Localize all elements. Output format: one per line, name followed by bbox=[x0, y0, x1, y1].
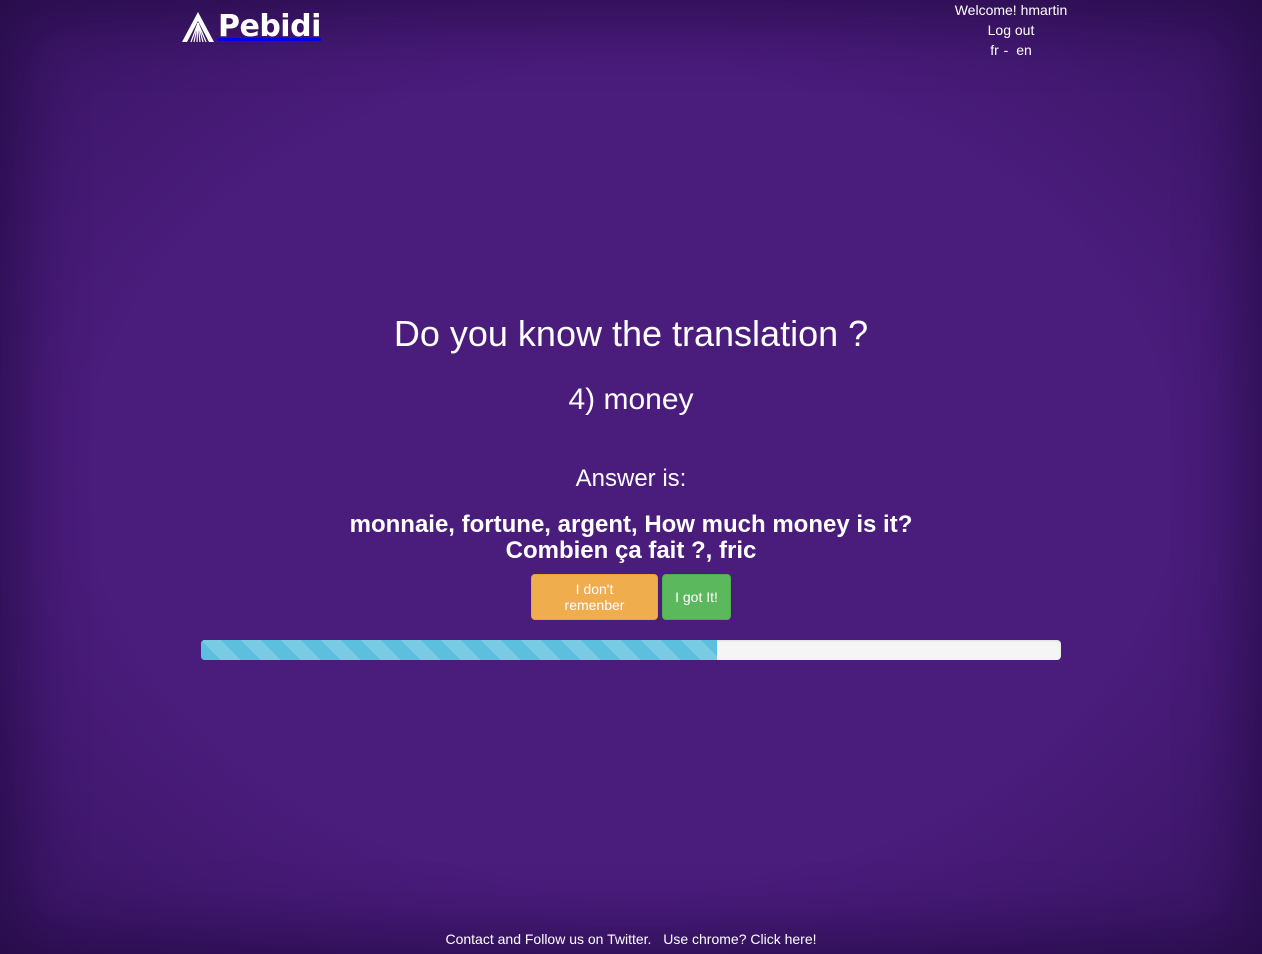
answer-label: Answer is: bbox=[575, 465, 687, 492]
contact-twitter-link[interactable]: Contact and Follow us on Twitter. bbox=[445, 931, 651, 947]
language-en-link[interactable]: en bbox=[1016, 42, 1032, 58]
answer-buttons: I don't remenber I got It! bbox=[0, 574, 1262, 620]
logout-link[interactable]: Log out bbox=[940, 20, 1082, 40]
language-switcher: fr - en bbox=[940, 40, 1082, 60]
user-menu: Welcome! hmartin Log out fr - en bbox=[940, 0, 1082, 60]
footer: Contact and Follow us on Twitter. Use ch… bbox=[0, 929, 1262, 949]
brand-name: Pebidi bbox=[218, 9, 321, 44]
progress-bar-fill bbox=[201, 640, 717, 660]
language-fr-link[interactable]: fr bbox=[990, 42, 999, 58]
question-title: Do you know the translation ? bbox=[393, 313, 869, 354]
language-separator: - bbox=[1003, 42, 1009, 58]
dont-remember-button[interactable]: I don't remenber bbox=[531, 574, 658, 620]
use-chrome-link[interactable]: Use chrome? Click here! bbox=[663, 931, 816, 947]
got-it-button[interactable]: I got It! bbox=[662, 574, 731, 620]
brand-logo[interactable]: Pebidi bbox=[181, 9, 321, 45]
quiz-word: 4) money bbox=[568, 383, 694, 416]
welcome-text: Welcome! hmartin bbox=[954, 2, 1068, 18]
mountain-rays-icon bbox=[181, 10, 215, 44]
progress-track bbox=[201, 640, 1061, 660]
answer-text: monnaie, fortune, argent, How much money… bbox=[349, 511, 913, 564]
